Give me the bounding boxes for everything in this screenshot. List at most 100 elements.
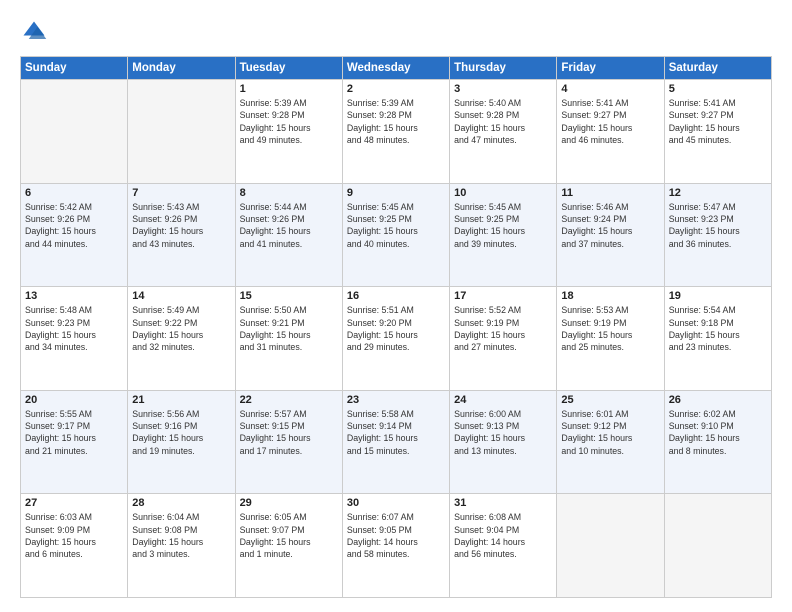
day-detail: Sunrise: 5:50 AM Sunset: 9:21 PM Dayligh… (240, 304, 338, 353)
calendar-week-row: 20Sunrise: 5:55 AM Sunset: 9:17 PM Dayli… (21, 390, 772, 494)
day-number: 3 (454, 83, 552, 95)
calendar-cell: 16 Sunrise: 5:51 AM Sunset: 9:20 PM Dayli… (342, 287, 449, 391)
day-detail: Sunrise: 5:52 AM Sunset: 9:19 PM Dayligh… (454, 304, 552, 353)
calendar-cell: 7 Sunrise: 5:43 AM Sunset: 9:26 PM Daylig… (128, 183, 235, 287)
calendar-cell: 23Sunrise: 5:58 AM Sunset: 9:14 PM Dayli… (342, 390, 449, 494)
weekday-header: Thursday (450, 57, 557, 80)
day-number: 2 (347, 83, 445, 95)
calendar-cell: 21 Sunrise: 5:56 AM Sunset: 9:16 PM Dayli… (128, 390, 235, 494)
calendar-cell (557, 494, 664, 598)
day-detail: Sunrise: 5:47 AM Sunset: 9:23 PM Dayligh… (669, 201, 767, 250)
calendar-cell (21, 80, 128, 184)
day-number: 29 (240, 497, 338, 509)
calendar-cell: 19Sunrise: 5:54 AM Sunset: 9:18 PM Dayli… (664, 287, 771, 391)
day-detail: Sunrise: 5:39 AM Sunset: 9:28 PM Dayligh… (347, 97, 445, 146)
calendar-cell: 9Sunrise: 5:45 AM Sunset: 9:25 PM Daylig… (342, 183, 449, 287)
day-number: 5 (669, 83, 767, 95)
calendar-cell: 17 Sunrise: 5:52 AM Sunset: 9:19 PM Dayli… (450, 287, 557, 391)
day-number: 27 (25, 497, 123, 509)
header (20, 18, 772, 46)
day-number: 22 (240, 394, 338, 406)
day-number: 11 (561, 187, 659, 199)
day-number: 1 (240, 83, 338, 95)
day-number: 7 (132, 187, 230, 199)
calendar-week-row: 13Sunrise: 5:48 AM Sunset: 9:23 PM Dayli… (21, 287, 772, 391)
day-detail: Sunrise: 5:51 AM Sunset: 9:20 PM Dayligh… (347, 304, 445, 353)
day-detail: Sunrise: 5:54 AM Sunset: 9:18 PM Dayligh… (669, 304, 767, 353)
day-detail: Sunrise: 5:39 AM Sunset: 9:28 PM Dayligh… (240, 97, 338, 146)
day-detail: Sunrise: 6:00 AM Sunset: 9:13 PM Dayligh… (454, 408, 552, 457)
day-detail: Sunrise: 5:49 AM Sunset: 9:22 PM Dayligh… (132, 304, 230, 353)
calendar-cell: 2 Sunrise: 5:39 AM Sunset: 9:28 PM Daylig… (342, 80, 449, 184)
day-detail: Sunrise: 6:03 AM Sunset: 9:09 PM Dayligh… (25, 511, 123, 560)
day-number: 6 (25, 187, 123, 199)
day-detail: Sunrise: 6:02 AM Sunset: 9:10 PM Dayligh… (669, 408, 767, 457)
day-detail: Sunrise: 5:42 AM Sunset: 9:26 PM Dayligh… (25, 201, 123, 250)
day-detail: Sunrise: 5:55 AM Sunset: 9:17 PM Dayligh… (25, 408, 123, 457)
weekday-header: Saturday (664, 57, 771, 80)
day-detail: Sunrise: 6:07 AM Sunset: 9:05 PM Dayligh… (347, 511, 445, 560)
calendar-cell: 27 Sunrise: 6:03 AM Sunset: 9:09 PM Dayli… (21, 494, 128, 598)
calendar-week-row: 6 Sunrise: 5:42 AM Sunset: 9:26 PM Daylig… (21, 183, 772, 287)
calendar-cell: 13Sunrise: 5:48 AM Sunset: 9:23 PM Dayli… (21, 287, 128, 391)
day-detail: Sunrise: 5:53 AM Sunset: 9:19 PM Dayligh… (561, 304, 659, 353)
day-number: 4 (561, 83, 659, 95)
calendar-cell: 26 Sunrise: 6:02 AM Sunset: 9:10 PM Dayli… (664, 390, 771, 494)
day-number: 26 (669, 394, 767, 406)
calendar: SundayMondayTuesdayWednesdayThursdayFrid… (20, 56, 772, 598)
day-number: 24 (454, 394, 552, 406)
day-number: 14 (132, 290, 230, 302)
day-number: 23 (347, 394, 445, 406)
day-detail: Sunrise: 5:57 AM Sunset: 9:15 PM Dayligh… (240, 408, 338, 457)
day-number: 21 (132, 394, 230, 406)
day-detail: Sunrise: 5:41 AM Sunset: 9:27 PM Dayligh… (669, 97, 767, 146)
logo-icon (20, 18, 48, 46)
calendar-cell: 11 Sunrise: 5:46 AM Sunset: 9:24 PM Dayli… (557, 183, 664, 287)
day-number: 30 (347, 497, 445, 509)
calendar-cell: 22 Sunrise: 5:57 AM Sunset: 9:15 PM Dayli… (235, 390, 342, 494)
calendar-cell: 29 Sunrise: 6:05 AM Sunset: 9:07 PM Dayli… (235, 494, 342, 598)
calendar-cell: 25Sunrise: 6:01 AM Sunset: 9:12 PM Dayli… (557, 390, 664, 494)
day-number: 12 (669, 187, 767, 199)
calendar-cell: 10 Sunrise: 5:45 AM Sunset: 9:25 PM Dayli… (450, 183, 557, 287)
calendar-cell: 28 Sunrise: 6:04 AM Sunset: 9:08 PM Dayli… (128, 494, 235, 598)
calendar-cell: 5 Sunrise: 5:41 AM Sunset: 9:27 PM Daylig… (664, 80, 771, 184)
calendar-cell: 8 Sunrise: 5:44 AM Sunset: 9:26 PM Daylig… (235, 183, 342, 287)
day-number: 31 (454, 497, 552, 509)
calendar-cell: 15Sunrise: 5:50 AM Sunset: 9:21 PM Dayli… (235, 287, 342, 391)
logo (20, 18, 52, 46)
calendar-cell: 12 Sunrise: 5:47 AM Sunset: 9:23 PM Dayli… (664, 183, 771, 287)
weekday-header-row: SundayMondayTuesdayWednesdayThursdayFrid… (21, 57, 772, 80)
day-number: 17 (454, 290, 552, 302)
calendar-cell: 30 Sunrise: 6:07 AM Sunset: 9:05 PM Dayli… (342, 494, 449, 598)
day-detail: Sunrise: 5:45 AM Sunset: 9:25 PM Dayligh… (347, 201, 445, 250)
calendar-cell: 18Sunrise: 5:53 AM Sunset: 9:19 PM Dayli… (557, 287, 664, 391)
calendar-cell: 6 Sunrise: 5:42 AM Sunset: 9:26 PM Daylig… (21, 183, 128, 287)
calendar-cell: 3Sunrise: 5:40 AM Sunset: 9:28 PM Daylig… (450, 80, 557, 184)
weekday-header: Tuesday (235, 57, 342, 80)
day-detail: Sunrise: 5:45 AM Sunset: 9:25 PM Dayligh… (454, 201, 552, 250)
calendar-cell: 14 Sunrise: 5:49 AM Sunset: 9:22 PM Dayli… (128, 287, 235, 391)
weekday-header: Sunday (21, 57, 128, 80)
weekday-header: Wednesday (342, 57, 449, 80)
page: SundayMondayTuesdayWednesdayThursdayFrid… (0, 0, 792, 612)
calendar-cell (128, 80, 235, 184)
day-detail: Sunrise: 5:46 AM Sunset: 9:24 PM Dayligh… (561, 201, 659, 250)
day-detail: Sunrise: 5:44 AM Sunset: 9:26 PM Dayligh… (240, 201, 338, 250)
calendar-cell (664, 494, 771, 598)
day-detail: Sunrise: 6:05 AM Sunset: 9:07 PM Dayligh… (240, 511, 338, 560)
day-number: 8 (240, 187, 338, 199)
day-number: 13 (25, 290, 123, 302)
day-detail: Sunrise: 6:04 AM Sunset: 9:08 PM Dayligh… (132, 511, 230, 560)
day-number: 25 (561, 394, 659, 406)
day-detail: Sunrise: 5:41 AM Sunset: 9:27 PM Dayligh… (561, 97, 659, 146)
day-detail: Sunrise: 6:08 AM Sunset: 9:04 PM Dayligh… (454, 511, 552, 560)
weekday-header: Monday (128, 57, 235, 80)
day-number: 10 (454, 187, 552, 199)
day-number: 28 (132, 497, 230, 509)
day-detail: Sunrise: 5:56 AM Sunset: 9:16 PM Dayligh… (132, 408, 230, 457)
calendar-week-row: 1 Sunrise: 5:39 AM Sunset: 9:28 PM Daylig… (21, 80, 772, 184)
day-detail: Sunrise: 5:43 AM Sunset: 9:26 PM Dayligh… (132, 201, 230, 250)
calendar-week-row: 27 Sunrise: 6:03 AM Sunset: 9:09 PM Dayli… (21, 494, 772, 598)
day-number: 16 (347, 290, 445, 302)
